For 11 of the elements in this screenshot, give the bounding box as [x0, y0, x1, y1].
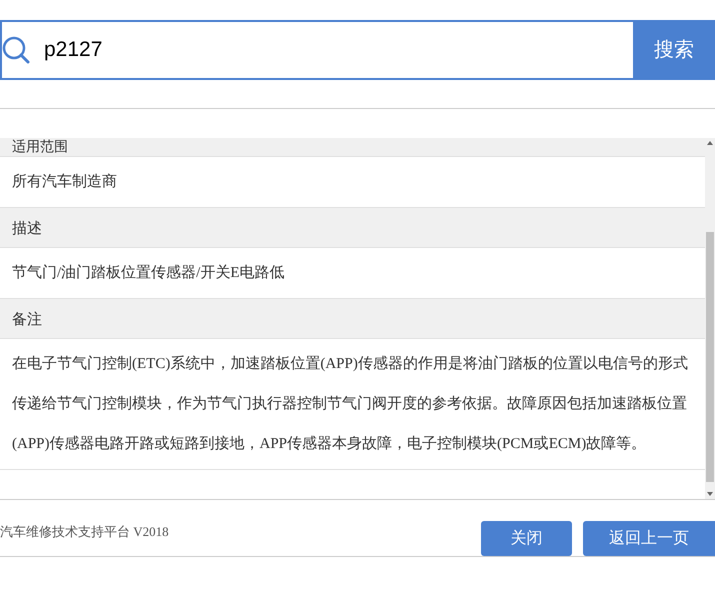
section-heading: 适用范围 — [0, 138, 705, 157]
scrollbar-thumb[interactable] — [706, 232, 714, 482]
search-button[interactable]: 搜索 — [633, 20, 715, 80]
section-heading: 描述 — [0, 208, 705, 248]
search-icon — [2, 36, 30, 64]
search-field[interactable]: p2127 搜索 — [0, 20, 715, 80]
scrollbar[interactable] — [705, 138, 715, 499]
back-button[interactable]: 返回上一页 — [583, 521, 715, 556]
section-heading: 备注 — [0, 299, 705, 339]
footer-text: 汽车维修技术支持平台 V2018 — [0, 523, 169, 541]
close-button[interactable]: 关闭 — [481, 521, 572, 556]
